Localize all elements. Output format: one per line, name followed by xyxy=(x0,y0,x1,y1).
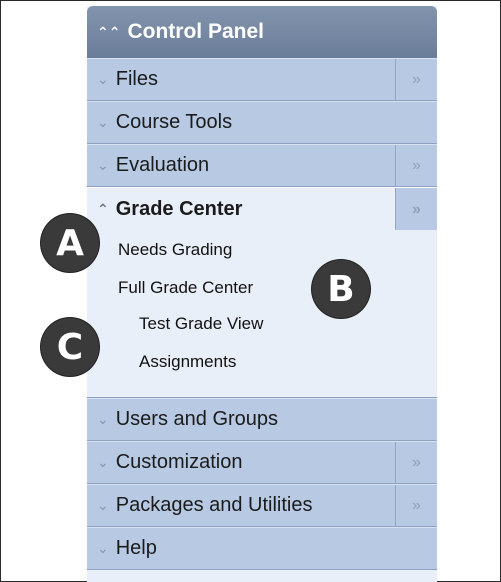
control-panel-header[interactable]: ⌃⌃ Control Panel xyxy=(87,6,437,58)
menu-item-users-and-groups[interactable]: ⌄ Users and Groups xyxy=(87,398,437,441)
link-test-grade-view[interactable]: Test Grade View xyxy=(139,314,263,334)
callout-c: C xyxy=(41,318,99,376)
menu-item-label: Customization xyxy=(115,451,243,473)
double-chevron-right-icon[interactable]: » xyxy=(395,145,437,186)
link-needs-grading[interactable]: Needs Grading xyxy=(118,240,232,260)
double-chevron-right-icon[interactable]: » xyxy=(395,485,437,526)
control-panel: ⌃⌃ Control Panel ⌄ Files » ⌄ Course Tool… xyxy=(87,6,437,582)
double-chevron-right-icon[interactable]: » xyxy=(395,59,437,100)
double-chevron-down-icon: ⌄ xyxy=(97,454,109,470)
control-panel-title: Control Panel xyxy=(127,20,264,43)
menu-item-files[interactable]: ⌄ Files » xyxy=(87,58,437,101)
link-full-grade-center[interactable]: Full Grade Center xyxy=(118,278,253,298)
menu-item-label: Grade Center xyxy=(115,197,243,220)
menu-item-label: Course Tools xyxy=(115,111,233,133)
menu-item-grade-center[interactable]: ⌃ Grade Center » xyxy=(87,187,437,231)
double-chevron-down-icon: ⌄ xyxy=(97,157,109,173)
menu-item-label: Users and Groups xyxy=(115,408,279,430)
callout-b: B xyxy=(312,260,370,318)
grade-center-submenu: Needs Grading Full Grade Center Test Gra… xyxy=(87,230,437,398)
double-chevron-up-icon: ⌃ xyxy=(97,200,109,217)
menu-item-customization[interactable]: ⌄ Customization » xyxy=(87,441,437,484)
menu-item-label: Files xyxy=(115,68,158,90)
double-chevron-down-icon: ⌄ xyxy=(97,114,109,130)
menu-item-course-tools[interactable]: ⌄ Course Tools xyxy=(87,101,437,144)
menu-item-evaluation[interactable]: ⌄ Evaluation » xyxy=(87,144,437,187)
menu-item-label: Packages and Utilities xyxy=(115,494,313,516)
double-chevron-right-icon[interactable]: » xyxy=(395,188,437,231)
double-chevron-down-icon: ⌄ xyxy=(97,497,109,513)
menu-item-help[interactable]: ⌄ Help xyxy=(87,527,437,570)
callout-a: A xyxy=(41,214,99,272)
double-chevron-down-icon: ⌄ xyxy=(97,540,109,556)
double-chevron-down-icon: ⌄ xyxy=(97,71,109,87)
double-chevron-down-icon: ⌄ xyxy=(97,411,109,427)
double-chevron-right-icon[interactable]: » xyxy=(395,442,437,483)
menu-item-label: Help xyxy=(115,537,157,559)
menu-item-packages-and-utilities[interactable]: ⌄ Packages and Utilities » xyxy=(87,484,437,527)
double-chevron-up-icon: ⌃⌃ xyxy=(97,23,121,40)
link-assignments[interactable]: Assignments xyxy=(139,352,236,372)
menu-item-label: Evaluation xyxy=(115,154,210,176)
